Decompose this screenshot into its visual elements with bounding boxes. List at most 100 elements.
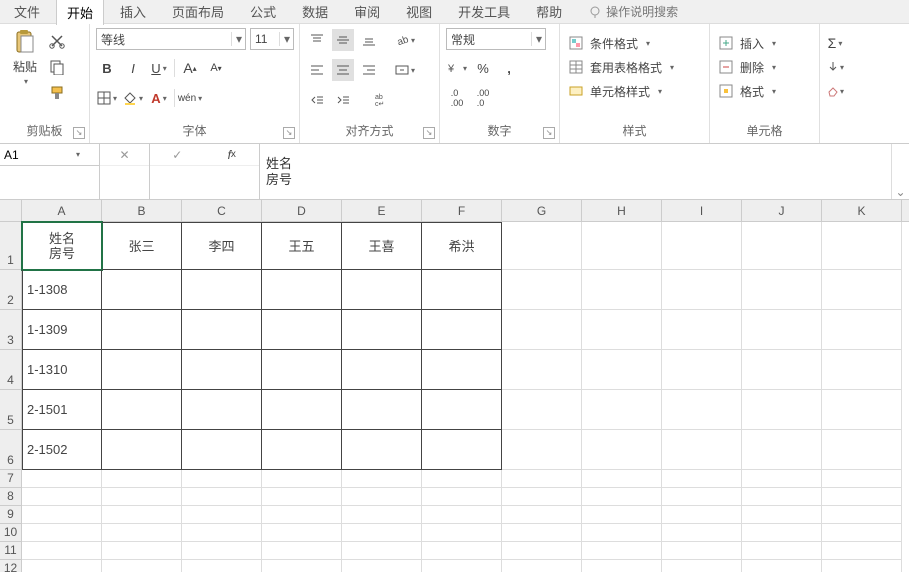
row-header-1[interactable]: 1 [0,222,21,270]
cell-B6[interactable] [102,430,182,470]
cell-B8[interactable] [102,488,182,506]
cell-C3[interactable] [182,310,262,350]
decrease-decimal-button[interactable]: .00.0 [472,87,494,109]
row-header-8[interactable]: 8 [0,488,21,506]
cell-G1[interactable] [502,222,582,270]
cell-E9[interactable] [342,506,422,524]
cell-G8[interactable] [502,488,582,506]
cell-D1[interactable]: 王五 [262,222,342,270]
cell-D3[interactable] [262,310,342,350]
cell-K4[interactable] [822,350,902,390]
increase-decimal-button[interactable]: .0.00 [446,87,468,109]
cell-K6[interactable] [822,430,902,470]
number-format-combo[interactable]: 常规▾ [446,28,546,50]
cell-J9[interactable] [742,506,822,524]
cell-F5[interactable] [422,390,502,430]
cut-button[interactable] [48,32,66,50]
col-header-E[interactable]: E [342,200,422,221]
row-header-11[interactable]: 11 [0,542,21,560]
cell-K7[interactable] [822,470,902,488]
row-header-12[interactable]: 12 [0,560,21,572]
col-header-I[interactable]: I [662,200,742,221]
cell-A5[interactable]: 2-1501 [22,390,102,430]
cell-G12[interactable] [502,560,582,572]
cell-B5[interactable] [102,390,182,430]
cell-K3[interactable] [822,310,902,350]
cell-F7[interactable] [422,470,502,488]
cell-I12[interactable] [662,560,742,572]
underline-button[interactable]: U▾ [148,57,170,79]
font-color-button[interactable]: A▾ [148,87,170,109]
cell-K9[interactable] [822,506,902,524]
cell-A9[interactable] [22,506,102,524]
cell-B12[interactable] [102,560,182,572]
cell-D8[interactable] [262,488,342,506]
cell-H12[interactable] [582,560,662,572]
cell-E12[interactable] [342,560,422,572]
cancel-formula-button[interactable]: ✕ [112,146,138,164]
fill-button[interactable]: ▾ [826,58,844,76]
cell-B2[interactable] [102,270,182,310]
align-bottom-button[interactable] [358,29,380,51]
align-left-button[interactable] [306,59,328,81]
grow-font-button[interactable]: A▴ [179,57,201,79]
cell-B7[interactable] [102,470,182,488]
tab-视图[interactable]: 视图 [396,0,442,24]
cell-C9[interactable] [182,506,262,524]
cell-F6[interactable] [422,430,502,470]
col-header-K[interactable]: K [822,200,902,221]
wrap-text-button[interactable]: abc↵ [368,89,398,111]
tab-插入[interactable]: 插入 [110,0,156,24]
cell-I1[interactable] [662,222,742,270]
cell-H2[interactable] [582,270,662,310]
cell-D11[interactable] [262,542,342,560]
font-launcher[interactable]: ↘ [283,127,295,139]
cell-H6[interactable] [582,430,662,470]
delete-cells-button[interactable]: 删除▾ [716,56,778,78]
cell-K10[interactable] [822,524,902,542]
cell-I9[interactable] [662,506,742,524]
cell-J4[interactable] [742,350,822,390]
cell-C7[interactable] [182,470,262,488]
clear-button[interactable]: ▾ [826,82,844,100]
cell-B9[interactable] [102,506,182,524]
cell-I4[interactable] [662,350,742,390]
cell-C6[interactable] [182,430,262,470]
cell-F9[interactable] [422,506,502,524]
cell-A4[interactable]: 1-1310 [22,350,102,390]
align-right-button[interactable] [358,59,380,81]
cell-A7[interactable] [22,470,102,488]
comma-button[interactable]: , [498,57,520,79]
cell-E4[interactable] [342,350,422,390]
cell-C12[interactable] [182,560,262,572]
cell-F11[interactable] [422,542,502,560]
tab-页面布局[interactable]: 页面布局 [162,0,234,24]
fill-color-button[interactable]: ▾ [122,87,144,109]
cell-C8[interactable] [182,488,262,506]
cell-I5[interactable] [662,390,742,430]
cell-K2[interactable] [822,270,902,310]
cell-A8[interactable] [22,488,102,506]
tab-文件[interactable]: 文件 [4,0,50,24]
col-header-F[interactable]: F [422,200,502,221]
cell-styles-button[interactable]: 单元格样式▾ [566,80,664,102]
tab-审阅[interactable]: 审阅 [344,0,390,24]
cell-H8[interactable] [582,488,662,506]
row-header-6[interactable]: 6 [0,430,21,470]
col-header-G[interactable]: G [502,200,582,221]
cell-G3[interactable] [502,310,582,350]
cell-I2[interactable] [662,270,742,310]
copy-button[interactable] [48,58,66,76]
cell-F4[interactable] [422,350,502,390]
align-launcher[interactable]: ↘ [423,127,435,139]
merge-button[interactable]: ▾ [394,59,416,81]
cell-A1[interactable]: 姓名 房号 [22,222,102,270]
cell-I10[interactable] [662,524,742,542]
cell-I8[interactable] [662,488,742,506]
cell-K11[interactable] [822,542,902,560]
cell-D2[interactable] [262,270,342,310]
align-top-button[interactable] [306,29,328,51]
cell-H11[interactable] [582,542,662,560]
cell-K8[interactable] [822,488,902,506]
cell-F12[interactable] [422,560,502,572]
